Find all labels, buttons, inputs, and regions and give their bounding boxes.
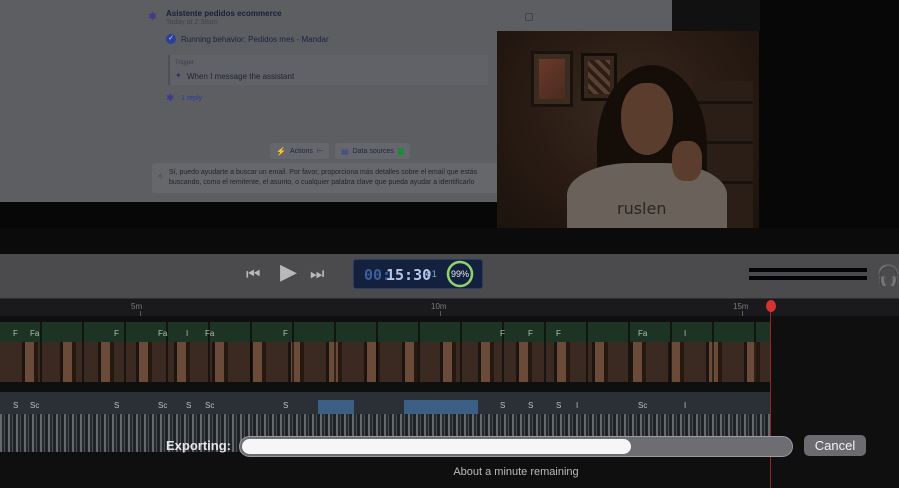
chat-title: Asistente pedidos ecommerce	[166, 9, 282, 18]
clip-label: F	[114, 329, 119, 338]
cancel-button[interactable]: Cancel	[804, 435, 866, 456]
check-icon: ✓	[166, 34, 176, 44]
fast-forward-icon[interactable]: ⏭	[310, 264, 324, 286]
actions-chip: ⚡ Actions ⊢	[270, 143, 330, 159]
clip-label: S	[13, 401, 19, 410]
clip-label: S	[186, 401, 192, 410]
drive-icon	[397, 147, 404, 155]
export-label: Exporting:	[166, 438, 231, 453]
wall-frame	[531, 51, 573, 107]
trigger-text: When I message the assistant	[187, 72, 295, 81]
export-progress-fill	[242, 439, 631, 454]
action-chips: ⚡ Actions ⊢ ▤ Data sources	[270, 143, 410, 159]
ruler-mark: 10m	[431, 302, 447, 311]
clip-label: Fa	[638, 329, 648, 338]
clip-label: Sc	[158, 401, 168, 410]
audio-clip-selected[interactable]	[318, 400, 354, 414]
clip-label: S	[500, 401, 506, 410]
running-behavior: Running behavior: Pedidos mes - Mandar	[181, 35, 329, 44]
person-face	[621, 83, 673, 155]
clip-label: F	[556, 329, 561, 338]
data-sources-label: Data sources	[352, 147, 394, 155]
clip-label: F	[283, 329, 288, 338]
database-icon: ▤	[341, 146, 349, 156]
reply-avatar-icon: ✱	[166, 93, 175, 104]
headphones-icon[interactable]: 🎧	[876, 263, 899, 288]
rewind-icon[interactable]: ⏮	[246, 264, 260, 286]
audio-meter	[749, 268, 867, 272]
clip-label: Fa	[158, 329, 168, 338]
answer-text: Sí, puedo ayudarte a buscar un email. Po…	[169, 168, 499, 188]
ruler-tick	[440, 311, 441, 316]
copy-icon	[525, 13, 533, 21]
export-progress-bar	[239, 436, 793, 457]
viewer-separator	[0, 228, 899, 254]
sparkle-icon: ✧	[157, 172, 164, 181]
clip-label: F	[500, 329, 505, 338]
clip-label: S	[528, 401, 534, 410]
ruler-tick	[742, 311, 743, 316]
clip-label: F	[13, 329, 18, 338]
chat-time: Today at 2:38am	[166, 19, 218, 26]
data-sources-chip: ▤ Data sources	[335, 143, 410, 159]
ruler-tick	[140, 311, 141, 316]
clip-label: I	[576, 401, 579, 410]
time-remaining: About a minute remaining	[453, 466, 579, 478]
timecode-frames: 01	[426, 270, 437, 280]
ruler-mark: 5m	[131, 302, 143, 311]
bolt-icon: ⚡	[276, 146, 286, 156]
play-icon[interactable]: ▶	[280, 261, 297, 283]
playhead-handle[interactable]	[766, 300, 776, 312]
clip-label: Sc	[205, 401, 215, 410]
clip-label: Sc	[30, 401, 40, 410]
clip-label: I	[186, 329, 189, 338]
playhead-line	[770, 310, 771, 488]
percent-label: 99%	[450, 269, 469, 279]
clip-label: S	[283, 401, 289, 410]
ruler-mark: 15m	[733, 302, 749, 311]
clip-label: S	[556, 401, 562, 410]
answer-line-1: Sí, puedo ayudarte a buscar un email. Po…	[169, 169, 478, 176]
clip-label: I	[684, 401, 687, 410]
clip-label: Fa	[30, 329, 40, 338]
link-icon: ⊢	[316, 148, 324, 155]
assistant-avatar-icon: ✱	[148, 11, 158, 23]
pin-icon: ✦	[175, 71, 182, 80]
audio-clip-selected[interactable]	[404, 400, 478, 414]
audio-meter	[749, 276, 867, 280]
answer-line-2: buscando, como el remitente, el asunto, …	[169, 179, 475, 186]
reply-link: 1 reply	[181, 95, 203, 102]
clip-label: Fa	[205, 329, 215, 338]
person-torso	[567, 163, 727, 228]
clip-label: I	[684, 329, 687, 338]
clip-label: F	[528, 329, 533, 338]
screen-edge	[672, 0, 760, 31]
viewer: ✱ Asistente pedidos ecommerce Today at 2…	[0, 0, 899, 228]
clip-label: Sc	[638, 401, 648, 410]
trigger-label: Trigger	[175, 60, 194, 66]
shirt-text: ruslen	[617, 199, 667, 218]
webcam-overlay[interactable]: ruslen	[497, 31, 759, 228]
person-hand	[672, 141, 702, 181]
clip-label: S	[114, 401, 120, 410]
actions-label: Actions	[289, 147, 313, 155]
timecode-main: 15:30	[386, 266, 432, 284]
